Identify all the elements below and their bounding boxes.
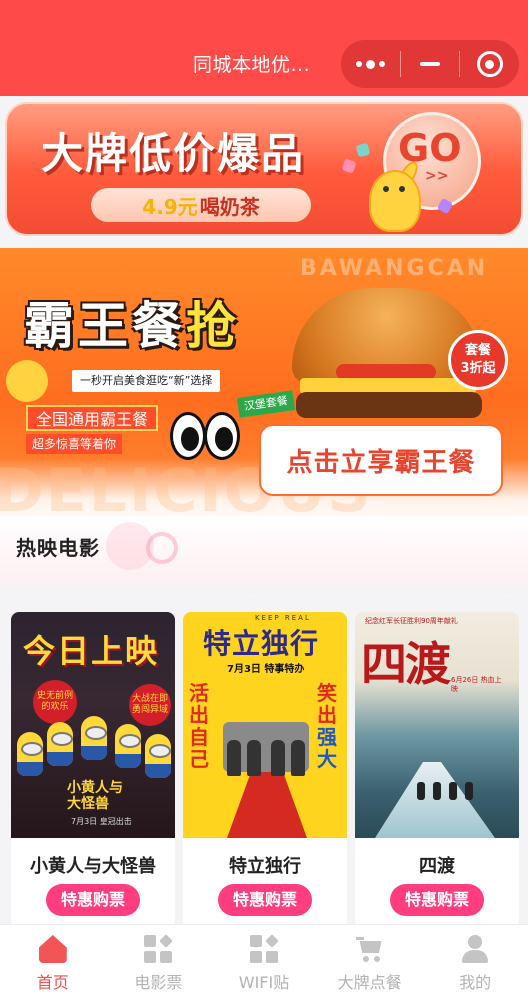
- tag-national: 全国通用霸王餐: [26, 405, 159, 431]
- app-header: 同城本地优...: [0, 0, 528, 96]
- tab-brand-ordering[interactable]: 大牌点餐: [317, 925, 423, 998]
- more-menu-button[interactable]: [341, 40, 400, 88]
- person-figure: [227, 740, 241, 776]
- tab-label: WIFI贴: [238, 973, 290, 992]
- banner-price: 4.9元: [142, 194, 198, 219]
- person-figure: [271, 740, 285, 776]
- banner-price-pill: 4.9元 喝奶茶: [91, 188, 311, 222]
- miniprogram-capsule: [341, 40, 519, 88]
- tag-surprise: 超多惊喜等着你: [26, 434, 123, 454]
- minion-figure: [81, 716, 107, 760]
- person-figure: [247, 740, 261, 776]
- minus-icon: [420, 62, 440, 66]
- section-title: 热映电影: [16, 536, 100, 560]
- mascot-illustration: [369, 170, 421, 232]
- snack-decoration: [341, 158, 357, 174]
- buy-ticket-button[interactable]: 特惠购票: [46, 884, 140, 916]
- minimize-button[interactable]: [401, 40, 460, 88]
- movie-card[interactable]: KEEP REAL 特立独行 7月3日 特事特办 活出自己 笑出强大 特立独行 …: [183, 612, 347, 928]
- promo-banner-free-meal[interactable]: BAWANGCAN DELICIOUS 霸王餐抢 一秒开启美食逛吃“新”选择 全…: [0, 248, 528, 528]
- rider-figure: [465, 782, 473, 800]
- movie-poster[interactable]: 纪念红军长征胜利90周年献礼 四渡 6月26日 热血上映: [355, 612, 519, 838]
- banner-watermark: BAWANGCAN: [300, 256, 489, 281]
- cart-icon: [355, 935, 384, 963]
- promo-banner-brand-deals[interactable]: 大牌低价爆品 4.9元 喝奶茶 GO >>: [5, 102, 523, 236]
- grid-icon: [249, 934, 279, 963]
- tab-movie-tickets[interactable]: 电影票: [106, 925, 212, 998]
- tab-wifi[interactable]: WIFI贴: [211, 925, 317, 998]
- rider-figure: [449, 782, 457, 800]
- tab-label: 电影票: [134, 973, 183, 992]
- movie-title: 四渡: [419, 856, 455, 877]
- target-icon: [476, 51, 503, 77]
- user-icon: [461, 935, 489, 963]
- banner-title: 大牌低价爆品: [41, 129, 306, 178]
- minion-figure: [145, 734, 171, 778]
- movie-title: 小黄人与大怪兽: [30, 856, 156, 877]
- rider-figure: [417, 782, 425, 800]
- movie-title: 特立独行: [229, 856, 301, 877]
- movie-card[interactable]: 今日上映 史无前例的欢乐 大战在即勇闯异域 小黄人与大怪兽 7月3日 皇冠出击 …: [11, 612, 175, 928]
- dot-icon: [355, 61, 362, 67]
- close-miniprogram-button[interactable]: [460, 40, 519, 88]
- grid-icon: [144, 934, 174, 963]
- go-arrows: >>: [425, 168, 449, 184]
- banner-price-suffix: 喝奶茶: [199, 194, 260, 219]
- page-title: 同城本地优...: [193, 54, 311, 76]
- eye-icon: [170, 412, 206, 460]
- home-icon: [38, 935, 67, 963]
- red-carpet: [227, 772, 307, 838]
- claim-free-meal-button[interactable]: 点击立享霸王餐: [259, 424, 503, 496]
- movie-card[interactable]: 纪念红军长征胜利90周年献礼 四渡 6月26日 热血上映 四渡 特惠购票: [355, 612, 519, 928]
- eye-icon: [204, 412, 240, 460]
- buy-ticket-button[interactable]: 特惠购票: [390, 884, 484, 916]
- river-illustration: [375, 762, 495, 838]
- film-reel-icon: [146, 532, 178, 564]
- tab-home[interactable]: 首页: [0, 925, 106, 998]
- minion-figure: [115, 724, 141, 768]
- movie-poster[interactable]: KEEP REAL 特立独行 7月3日 特事特办 活出自己 笑出强大: [183, 612, 347, 838]
- rider-figure: [433, 782, 441, 800]
- tag-burger-set: 汉堡套餐: [236, 390, 296, 418]
- movie-poster[interactable]: 今日上映 史无前例的欢乐 大战在即勇闯异域 小黄人与大怪兽 7月3日 皇冠出击: [11, 612, 175, 838]
- tab-label: 首页: [36, 973, 69, 992]
- free-meal-title: 霸王餐抢: [24, 297, 240, 355]
- megaphone-icon: [6, 360, 48, 402]
- free-meal-slogan: 一秒开启美食逛吃“新”选择: [72, 370, 221, 392]
- tab-profile[interactable]: 我的: [422, 925, 528, 998]
- minion-figure: [17, 732, 43, 776]
- minion-figure: [47, 722, 73, 766]
- buy-ticket-button[interactable]: 特惠购票: [218, 884, 312, 916]
- bottom-tab-bar: 首页 电影票 WIFI贴 大牌点餐 我的: [0, 924, 528, 998]
- tab-label: 我的: [459, 973, 492, 992]
- discount-badge: 套餐 3折起: [448, 330, 508, 390]
- dot-icon: [378, 61, 385, 67]
- dot-icon: [365, 59, 375, 69]
- tab-label: 大牌点餐: [337, 973, 402, 992]
- person-figure: [291, 740, 305, 776]
